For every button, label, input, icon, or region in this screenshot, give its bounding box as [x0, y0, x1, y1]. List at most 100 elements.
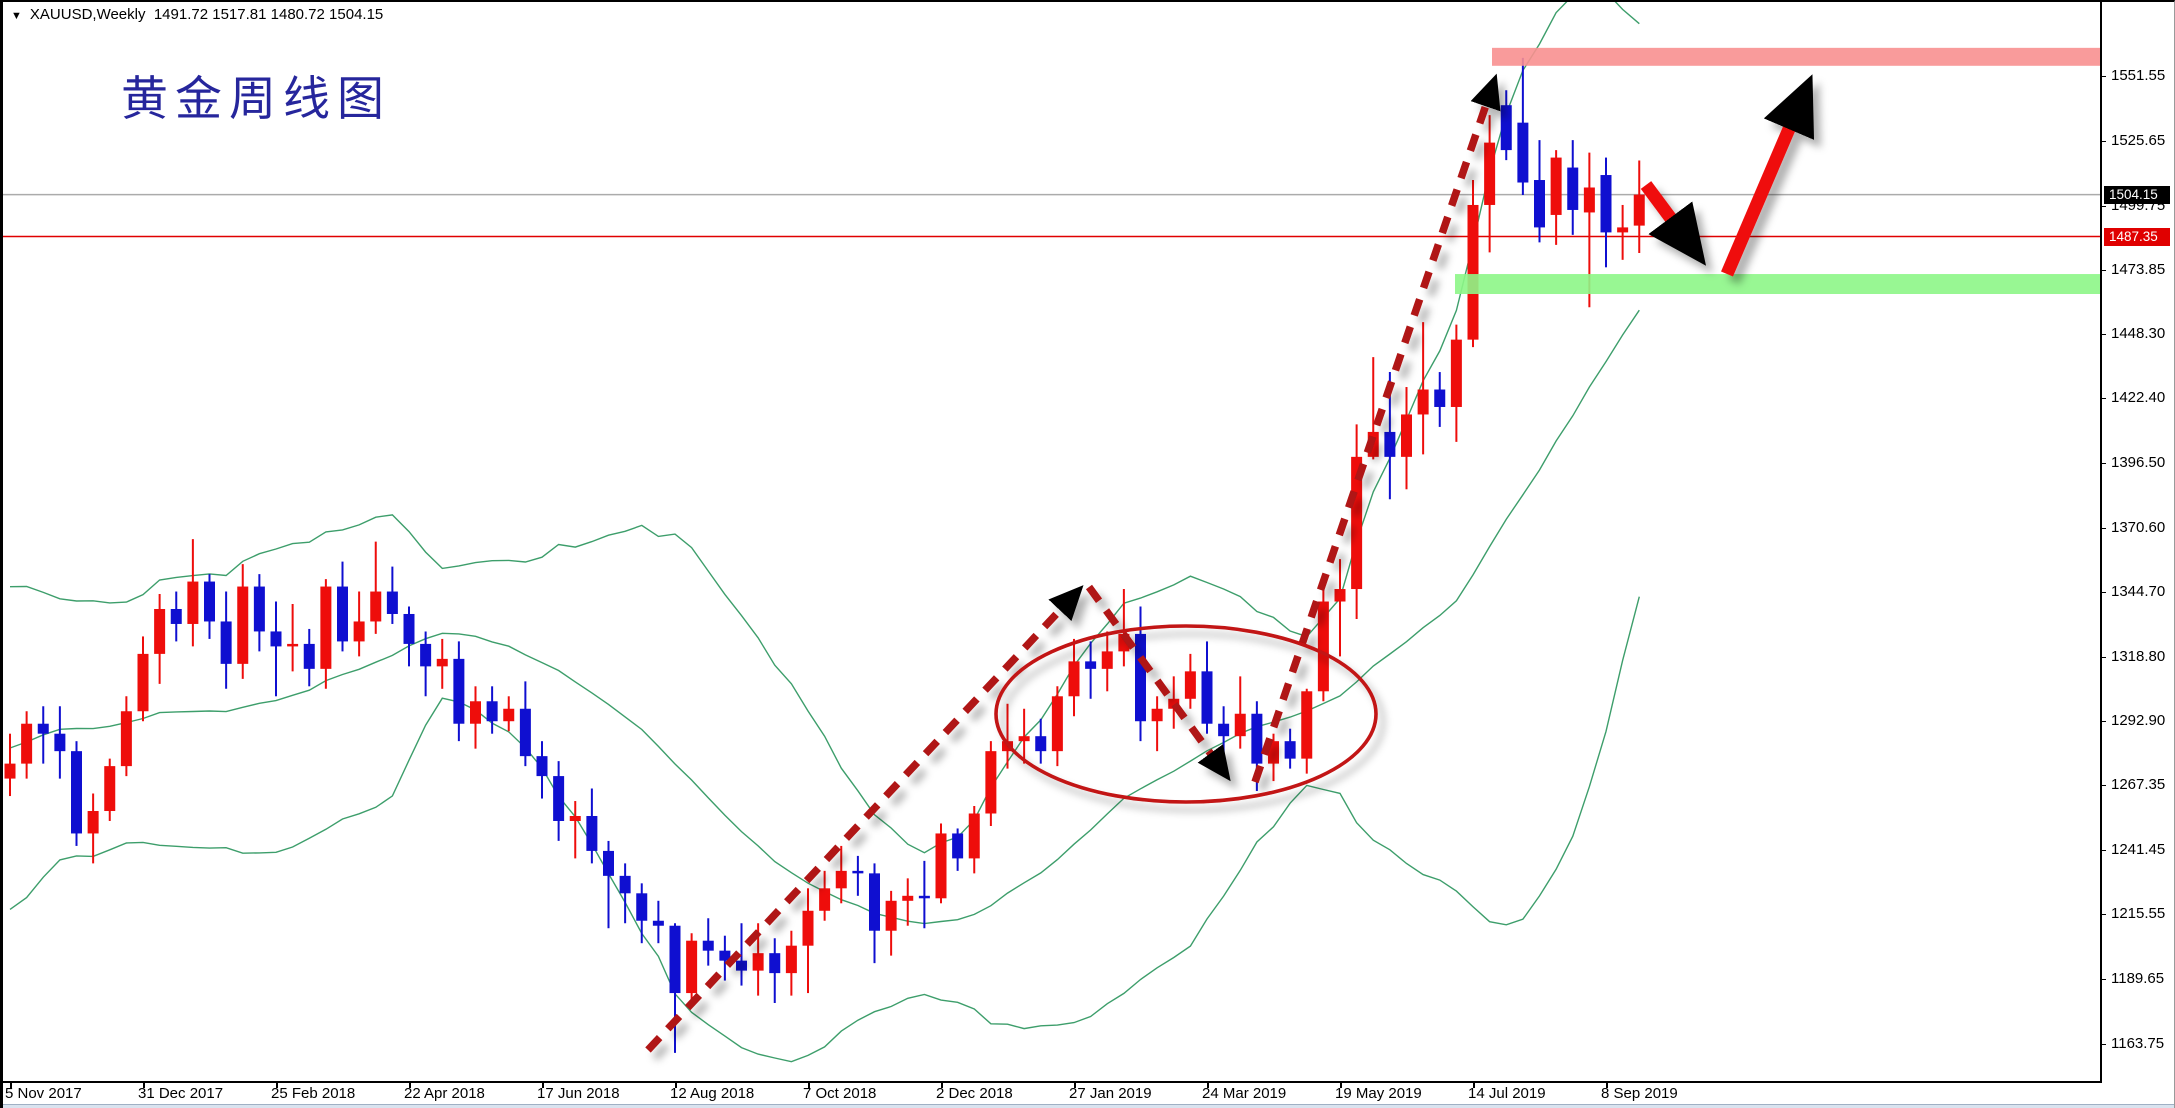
candle-bull: [686, 941, 697, 993]
price-tick: [2100, 270, 2106, 271]
candle-bull: [1617, 227, 1628, 232]
candle-bear: [1501, 105, 1512, 150]
candle-bull: [1451, 340, 1462, 407]
candle-bear: [420, 644, 431, 666]
price-tick: [2100, 721, 2106, 722]
time-axis-label: 22 Apr 2018: [404, 1085, 485, 1102]
candle-bear: [1285, 741, 1296, 758]
candle-bear: [1085, 661, 1096, 668]
resistance-zone[interactable]: [1492, 48, 2100, 66]
price-axis-label: 1267.35: [2111, 776, 2165, 793]
candle-bear: [271, 631, 282, 646]
candle-bull: [836, 871, 847, 888]
candle-bear: [453, 659, 464, 724]
trend-arrow-up-2[interactable]: [1255, 102, 1487, 782]
candle-bear: [1135, 634, 1146, 721]
price-axis-label: 1318.80: [2111, 648, 2165, 665]
candle-bear: [71, 751, 82, 833]
candle-bear: [1517, 123, 1528, 183]
dropdown-icon[interactable]: ▼: [11, 10, 22, 22]
price-axis-label: 1292.90: [2111, 712, 2165, 729]
candle-bear: [636, 893, 647, 920]
price-axis-label: 1551.55: [2111, 67, 2165, 84]
price-axis-line[interactable]: [2100, 2, 2102, 1083]
candle-bear: [670, 926, 681, 993]
price-tick: [2100, 76, 2106, 77]
candle-bull: [138, 654, 149, 711]
ohlc-close: 1504.15: [329, 6, 383, 23]
candle-bull: [370, 592, 381, 622]
candle-bull: [320, 587, 331, 669]
trend-arrow-up-1[interactable]: [648, 607, 1063, 1050]
candle-bull: [1335, 589, 1346, 601]
candle-bull: [5, 764, 16, 779]
candle-bull: [21, 724, 32, 764]
price-axis-label: 1344.70: [2111, 583, 2165, 600]
price-axis-label: 1163.75: [2111, 1035, 2164, 1052]
candle-bear: [404, 614, 415, 644]
candle-bull: [1318, 602, 1329, 692]
candle-bear: [1534, 180, 1545, 227]
candle-bear: [653, 921, 664, 926]
time-axis-label: 5 Nov 2017: [5, 1085, 82, 1102]
candle-bear: [769, 953, 780, 973]
candle-bull: [570, 816, 581, 821]
price-tick: [2100, 914, 2106, 915]
price-tick: [2100, 979, 2106, 980]
candle-bear: [337, 587, 348, 642]
impulse-arrow-up[interactable]: [1727, 122, 1792, 274]
candle-bull: [936, 833, 947, 898]
price-axis-label: 1396.50: [2111, 454, 2165, 471]
time-axis-label: 24 Mar 2019: [1202, 1085, 1286, 1102]
price-tick: [2100, 463, 2106, 464]
candle-bear: [537, 756, 548, 776]
candle-bear: [487, 701, 498, 721]
symbol-label: XAUUSD,Weekly: [30, 6, 146, 23]
price-axis-label: 1189.65: [2111, 970, 2164, 987]
candle-bull: [121, 711, 132, 766]
candle-bear: [387, 592, 398, 614]
candle-bull: [1102, 651, 1113, 668]
bottom-scroll-strip[interactable]: [3, 1104, 2175, 1108]
price-tick: [2100, 1044, 2106, 1045]
time-axis-label: 2 Dec 2018: [936, 1085, 1013, 1102]
candle-bull: [1401, 414, 1412, 456]
time-axis-line[interactable]: [3, 1081, 2100, 1083]
candle-bear: [1202, 671, 1213, 723]
candle-bear: [1601, 175, 1612, 232]
price-tick: [2100, 657, 2106, 658]
candle-bull: [104, 766, 115, 811]
support-zone[interactable]: [1455, 274, 2100, 294]
candle-bull: [187, 582, 198, 624]
price-axis-label: 1473.85: [2111, 261, 2165, 278]
impulse-arrow-down[interactable]: [1646, 185, 1675, 224]
candle-bear: [221, 621, 232, 663]
ohlc-low: 1480.72: [271, 6, 325, 23]
upper-band: [10, 2, 1639, 853]
candle-bear: [1567, 168, 1578, 210]
candle-bull: [819, 888, 830, 910]
ohlc-open: 1491.72: [154, 6, 208, 23]
candle-bull: [354, 621, 365, 641]
candle-bear: [952, 833, 963, 858]
chart-header: ▼XAUUSD,Weekly 1491.72 1517.81 1480.72 1…: [11, 6, 383, 23]
time-axis-label: 19 May 2019: [1335, 1085, 1422, 1102]
candle-bear: [54, 734, 65, 751]
price-lines: [3, 195, 2100, 237]
candle-bull: [902, 896, 913, 901]
candle-bull: [503, 709, 514, 721]
price-tick: [2100, 141, 2106, 142]
candle-bull: [1019, 736, 1030, 741]
candle-bull: [886, 901, 897, 931]
candle-bear: [703, 941, 714, 951]
candle-bull: [1418, 390, 1429, 415]
price-axis-label: 1370.60: [2111, 519, 2165, 536]
time-axis-label: 8 Sep 2019: [1601, 1085, 1678, 1102]
candle-bear: [586, 816, 597, 851]
price-axis-label: 1448.30: [2111, 325, 2165, 342]
candle-bull: [985, 751, 996, 813]
price-axis-label: 1215.55: [2111, 905, 2165, 922]
candle-bear: [869, 873, 880, 930]
candle-bull: [1634, 195, 1645, 226]
chart-plot-area[interactable]: [3, 2, 2100, 1083]
